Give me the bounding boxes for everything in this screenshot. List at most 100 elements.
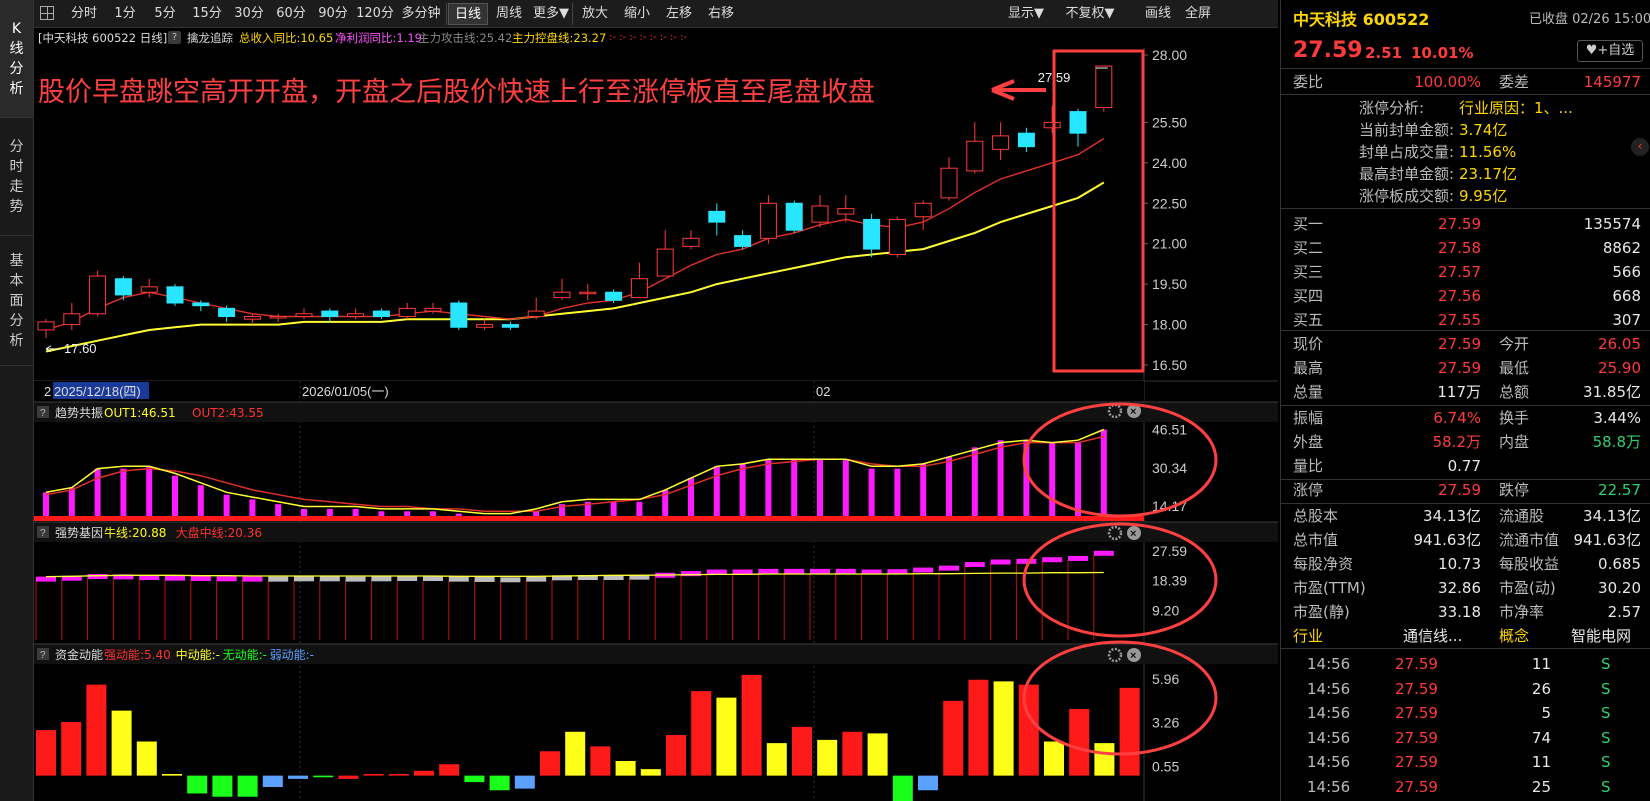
gene-bar [939,565,959,571]
toolbar-button[interactable]: 90分 [312,3,354,25]
candle-body[interactable] [837,208,855,215]
candle-body[interactable] [1043,121,1061,129]
add-watchlist-button[interactable]: ♥+自选 [1577,40,1643,62]
candle-body[interactable] [785,202,803,231]
toolbar-right-button[interactable]: 显示▼ [1000,3,1052,25]
tab-intraday-trend[interactable]: 分时走势 [0,118,33,236]
candle-body[interactable] [192,302,210,307]
tab-fundamental-analysis[interactable]: 基本面分析 [0,236,33,366]
candle-body[interactable] [605,291,623,301]
date-label: 02 [816,384,830,399]
toolbar-right-button[interactable]: 画线 [1138,3,1178,25]
candle-body[interactable] [372,310,390,317]
date-label: 2025/12/18(四) [54,384,141,399]
gene-bar [319,576,340,582]
candle-body[interactable] [863,218,881,250]
gene-bar [242,576,263,582]
candle-body[interactable] [501,324,519,328]
candle-body[interactable] [140,286,158,293]
stat-value: 0.77 [1447,457,1481,475]
candle-body[interactable] [243,315,261,320]
trend-bar [94,468,101,516]
candle-body[interactable] [450,302,468,328]
candle-body[interactable] [734,235,752,247]
toolbar-right-button[interactable]: 不复权▼ [1058,3,1122,25]
toolbar-button[interactable]: 5分 [144,3,186,25]
candle-body[interactable] [218,307,236,317]
tick-time: 14:56 [1307,728,1351,747]
candle-body[interactable] [914,202,932,218]
candle-body[interactable] [1095,65,1113,109]
heart-icon: ♥ [1585,43,1598,58]
toolbar-button[interactable]: 日线 [448,3,488,25]
candle-body[interactable] [656,248,674,277]
candle-body[interactable] [347,313,365,317]
subpanel-series-label: 弱动能:- [270,648,314,662]
candle-body[interactable] [321,310,339,317]
candle-body[interactable] [424,307,442,312]
out1-line [45,428,1105,515]
candle-body[interactable] [1069,111,1087,134]
candle-body[interactable] [63,313,81,326]
candle-body[interactable] [811,205,829,223]
sidebar-tab-char: 析 [9,80,24,97]
candle-body[interactable] [940,167,958,199]
sidebar-tab-char: 时 [9,158,24,175]
candle-body[interactable] [630,278,648,299]
chart-area[interactable]: 28.00 25.50 24.00 22.50 21.00 19.50 18.00 16.50… [34,48,1278,801]
collapse-arrow-icon[interactable]: ‹ [1631,138,1649,156]
toolbar-button[interactable]: 更多▼ [530,3,572,25]
tick-side: S [1601,679,1611,698]
toolbar-button[interactable]: 左移 [658,3,700,25]
toolbar-button[interactable]: 右移 [700,3,742,25]
candle-body[interactable] [37,321,55,331]
tab-kline-analysis[interactable]: K线分析 [0,0,33,118]
bid-price: 27.56 [1438,287,1481,305]
toolbar-button[interactable]: 分时 [62,3,106,25]
candle-body[interactable] [966,140,984,172]
candle-body[interactable] [295,313,313,317]
candle-body[interactable] [682,237,700,247]
candle-body[interactable] [888,218,906,255]
candle-body[interactable] [166,286,184,304]
candle-body[interactable] [759,202,777,239]
candle-body[interactable] [476,324,494,328]
grid-icon[interactable] [40,6,54,20]
candle-body[interactable] [579,291,597,295]
control-line-value: 主力控盘线:23.27 [512,31,607,45]
gene-bar [835,568,856,574]
toolbar-button[interactable]: 周线 [488,3,530,25]
candle-body[interactable] [708,210,726,223]
candle-body[interactable] [114,278,132,296]
candle-body[interactable] [992,135,1010,150]
candle-body[interactable] [527,310,545,317]
sidebar-tab-char: 线 [9,40,24,57]
toolbar-button[interactable]: 1分 [106,3,144,25]
toolbar-button[interactable]: 120分 [354,3,396,25]
subpanel-title: 趋势共振 [55,406,103,420]
candle-body[interactable] [553,291,571,299]
toolbar-button[interactable]: 放大 [574,3,616,25]
subpanel-header [34,644,1278,664]
toolbar-button[interactable]: 30分 [228,3,270,25]
candle-body[interactable] [89,275,107,315]
price-change: 2.51 [1365,44,1403,62]
gene-bar [294,576,314,582]
wei-bi-value: 100.00% [1414,73,1481,91]
candle-body[interactable] [269,315,287,319]
candle-body[interactable] [398,307,416,317]
momentum-bar [817,739,838,776]
stat-value: 32.86 [1438,579,1481,597]
bid-level-label: 买五 [1293,311,1324,329]
bid-price: 27.55 [1438,311,1481,329]
momentum-bar [1094,743,1115,776]
candle-body[interactable] [1017,132,1035,148]
toolbar-button[interactable]: 多分钟 [396,3,446,25]
toolbar-button[interactable]: 15分 [186,3,228,25]
trend-bar [43,492,49,516]
toolbar-right-button[interactable]: 全屏 [1178,3,1218,25]
tick-volume: 26 [1531,679,1551,698]
question-icon[interactable]: ? [168,31,181,44]
toolbar-button[interactable]: 60分 [270,3,312,25]
toolbar-button[interactable]: 缩小 [616,3,658,25]
